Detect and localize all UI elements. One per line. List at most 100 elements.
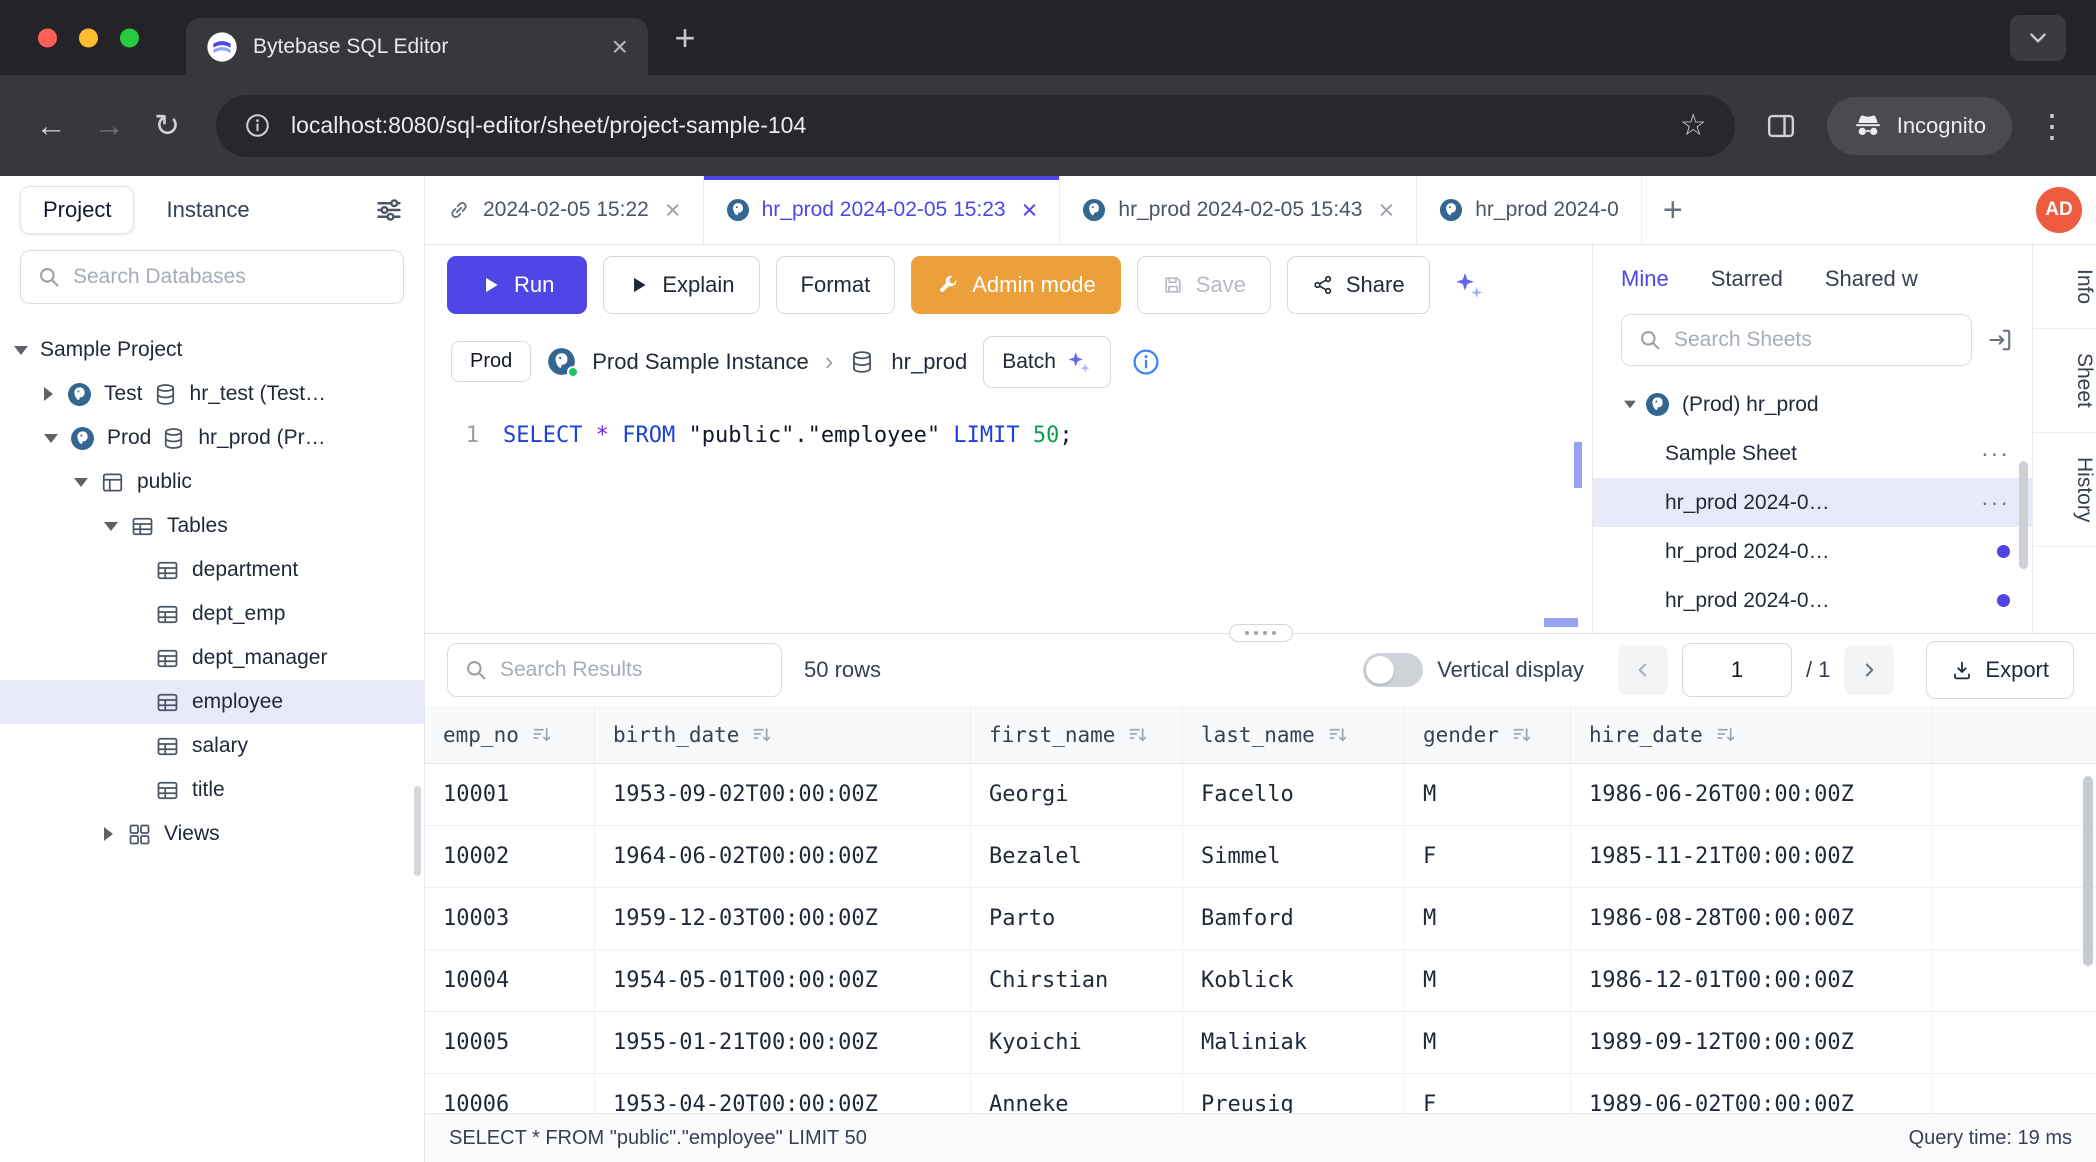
- forward-button[interactable]: →: [86, 103, 132, 149]
- side-panel-icon[interactable]: [1765, 110, 1797, 142]
- admin-mode-button[interactable]: Admin mode: [911, 256, 1121, 314]
- vertical-display-toggle[interactable]: [1363, 653, 1423, 687]
- site-info-icon[interactable]: [244, 112, 271, 139]
- column-header-first_name[interactable]: first_name: [971, 706, 1183, 763]
- sheet-item-2[interactable]: hr_prod 2024-0…···: [1593, 478, 2032, 527]
- chevron-down-icon[interactable]: [1624, 401, 1636, 409]
- sql-editor[interactable]: 1 SELECT * FROM "public"."employee" LIMI…: [425, 398, 1592, 633]
- result-row-1[interactable]: 100011953-09-02T00:00:00ZGeorgiFacelloM1…: [425, 764, 2096, 826]
- sheet-item-3[interactable]: hr_prod 2024-0…: [1593, 527, 2032, 576]
- sidebar-scrollbar-thumb[interactable]: [414, 786, 421, 876]
- info-icon[interactable]: [1131, 347, 1161, 377]
- tab-mine[interactable]: Mine: [1621, 266, 1669, 292]
- new-query-button[interactable]: +: [1642, 176, 1704, 244]
- result-row-3[interactable]: 100031959-12-03T00:00:00ZPartoBamfordM19…: [425, 888, 2096, 950]
- next-page-button[interactable]: [1844, 645, 1894, 695]
- tree-item-public[interactable]: public: [0, 460, 424, 504]
- editor-tab-3[interactable]: hr_prod 2024-02-05 15:43×: [1060, 176, 1417, 244]
- zoom-window-button[interactable]: [120, 28, 139, 47]
- results-search-box[interactable]: [447, 643, 782, 697]
- tree-item-dept-emp[interactable]: dept_emp: [0, 592, 424, 636]
- column-header-emp_no[interactable]: emp_no: [425, 706, 595, 763]
- database-name[interactable]: hr_prod: [891, 349, 967, 375]
- close-window-button[interactable]: [38, 28, 57, 47]
- tree-item-salary[interactable]: salary: [0, 724, 424, 768]
- run-button[interactable]: Run: [447, 256, 587, 314]
- sheet-group[interactable]: (Prod) hr_prod: [1593, 380, 2032, 429]
- tab-starred[interactable]: Starred: [1711, 266, 1783, 292]
- save-button[interactable]: Save: [1137, 256, 1271, 314]
- ai-assistant-button[interactable]: [1446, 263, 1492, 307]
- browser-tab[interactable]: Bytebase SQL Editor ×: [186, 18, 648, 75]
- table-scrollbar-thumb[interactable]: [2083, 776, 2093, 966]
- tree-item-employee[interactable]: employee: [0, 680, 424, 724]
- chevron-right-icon[interactable]: [104, 827, 113, 841]
- result-row-4[interactable]: 100041954-05-01T00:00:00ZChirstianKoblic…: [425, 950, 2096, 1012]
- database-search-box[interactable]: [20, 250, 404, 304]
- chevron-down-icon[interactable]: [44, 434, 58, 443]
- sheet-item-4[interactable]: hr_prod 2024-0…: [1593, 576, 2032, 625]
- sheets-scrollbar-thumb[interactable]: [2019, 461, 2028, 569]
- address-bar[interactable]: localhost:8080/sql-editor/sheet/project-…: [216, 95, 1735, 157]
- share-button[interactable]: Share: [1287, 256, 1430, 314]
- tree-item-sample-project[interactable]: Sample Project: [0, 328, 424, 372]
- editor-tab-1[interactable]: 2024-02-05 15:22×: [425, 176, 704, 244]
- new-browser-tab-button[interactable]: +: [658, 11, 712, 65]
- bookmark-star-icon[interactable]: ☆: [1680, 108, 1707, 143]
- tree-item-tables[interactable]: Tables: [0, 504, 424, 548]
- instance-name[interactable]: Prod Sample Instance: [592, 349, 808, 375]
- chevron-down-icon[interactable]: [74, 478, 88, 487]
- user-avatar[interactable]: AD: [2036, 187, 2082, 233]
- rail-tab-info[interactable]: Info: [2033, 245, 2096, 329]
- more-actions-icon[interactable]: ···: [1981, 440, 2010, 467]
- tab-search-button[interactable]: [2010, 15, 2066, 61]
- close-tab-icon[interactable]: ×: [1022, 197, 1038, 224]
- tree-item-title[interactable]: title: [0, 768, 424, 812]
- close-browser-tab-icon[interactable]: ×: [612, 33, 628, 61]
- minimize-window-button[interactable]: [79, 28, 98, 47]
- format-button[interactable]: Format: [776, 256, 896, 314]
- result-row-6[interactable]: 100061953-04-20T00:00:00ZAnnekePreusigF1…: [425, 1074, 2096, 1113]
- editor-horizontal-scrollbar[interactable]: [1544, 618, 1578, 627]
- tab-instance[interactable]: Instance: [144, 187, 271, 233]
- rail-tab-history[interactable]: History: [2033, 433, 2096, 547]
- more-actions-icon[interactable]: ···: [1981, 489, 2010, 516]
- chevron-right-icon[interactable]: [44, 387, 53, 401]
- prev-page-button[interactable]: [1618, 645, 1668, 695]
- column-header-gender[interactable]: gender: [1405, 706, 1571, 763]
- chevron-down-icon[interactable]: [14, 346, 28, 355]
- explain-button[interactable]: Explain: [603, 256, 759, 314]
- column-header-birth_date[interactable]: birth_date: [595, 706, 971, 763]
- editor-tab-2[interactable]: hr_prod 2024-02-05 15:23×: [704, 176, 1061, 244]
- column-header-hire_date[interactable]: hire_date: [1571, 706, 1933, 763]
- tree-item-hr-test[interactable]: Testhr_test (Test…: [0, 372, 424, 416]
- tab-shared[interactable]: Shared w: [1825, 266, 1918, 292]
- result-row-2[interactable]: 100021964-06-02T00:00:00ZBezalelSimmelF1…: [425, 826, 2096, 888]
- tree-item-department[interactable]: department: [0, 548, 424, 592]
- results-search-input[interactable]: [500, 658, 765, 682]
- editor-vertical-scrollbar[interactable]: [1574, 442, 1582, 488]
- back-button[interactable]: ←: [28, 103, 74, 149]
- chevron-down-icon[interactable]: [104, 522, 118, 531]
- sheet-item-1[interactable]: Sample Sheet···: [1593, 429, 2032, 478]
- tree-item-hr-prod[interactable]: Prodhr_prod (Pr…: [0, 416, 424, 460]
- batch-button[interactable]: Batch: [983, 336, 1111, 388]
- tree-item-dept-manager[interactable]: dept_manager: [0, 636, 424, 680]
- tab-project[interactable]: Project: [20, 186, 134, 234]
- close-tab-icon[interactable]: ×: [1378, 197, 1394, 224]
- editor-tab-4[interactable]: hr_prod 2024-0: [1417, 176, 1642, 244]
- reload-button[interactable]: ↻: [144, 103, 190, 149]
- filter-settings-icon[interactable]: [374, 195, 404, 225]
- tree-item-views[interactable]: Views: [0, 812, 424, 856]
- page-input[interactable]: [1682, 643, 1792, 697]
- result-row-5[interactable]: 100051955-01-21T00:00:00ZKyoichiMaliniak…: [425, 1012, 2096, 1074]
- export-button[interactable]: Export: [1926, 641, 2074, 699]
- browser-menu-button[interactable]: ⋮: [2036, 107, 2068, 145]
- sheet-search-box[interactable]: [1621, 314, 1972, 366]
- database-search-input[interactable]: [73, 265, 387, 289]
- collapse-panel-icon[interactable]: [1986, 326, 2014, 354]
- sheet-search-input[interactable]: [1674, 328, 1955, 352]
- close-tab-icon[interactable]: ×: [665, 197, 681, 224]
- rail-tab-sheet[interactable]: Sheet: [2033, 329, 2096, 433]
- splitter-handle[interactable]: [1229, 624, 1293, 642]
